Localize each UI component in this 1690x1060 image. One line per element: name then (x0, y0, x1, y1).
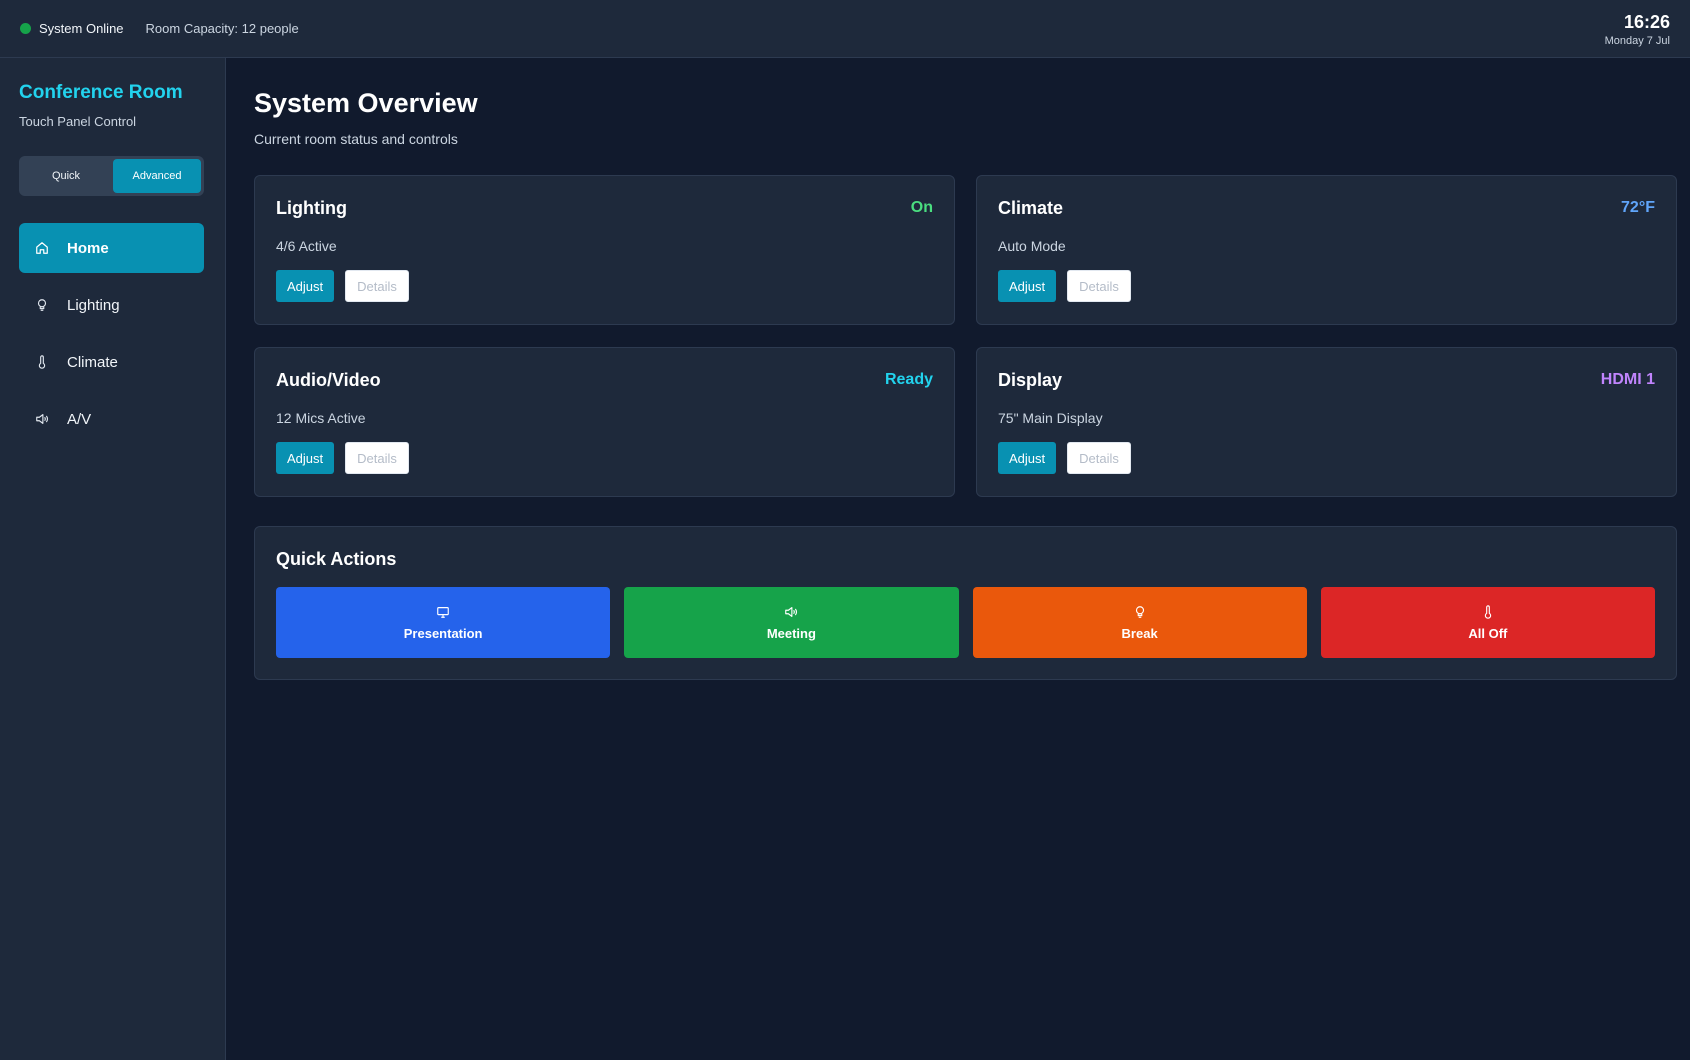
quick-actions-panel: Quick Actions Presentation Meeting Break (254, 526, 1677, 680)
thermometer-icon (1481, 604, 1495, 619)
clock-time: 16:26 (1623, 12, 1670, 32)
adjust-button[interactable]: Adjust (998, 270, 1057, 302)
clock: 16:26 Monday 7 Jul (1605, 12, 1670, 47)
sidebar-item-home[interactable]: Home (19, 223, 204, 273)
adjust-button[interactable]: Adjust (276, 270, 335, 302)
meeting-button[interactable]: Meeting (624, 587, 959, 658)
all-off-button[interactable]: All Off (1320, 587, 1655, 658)
quick-actions-title: Quick Actions (276, 549, 397, 569)
quick-action-label: Meeting (766, 625, 816, 641)
adjust-button[interactable]: Adjust (276, 442, 335, 474)
sidebar-item-label: Home (67, 239, 109, 257)
sidebar-item-label: Climate (67, 353, 118, 371)
display-card: Display HDMI 1 75" Main Display Adjust D… (976, 347, 1677, 497)
clock-date: Monday 7 Jul (1604, 35, 1670, 47)
mode-advanced-button[interactable]: Advanced (113, 159, 201, 193)
page-subtitle: Current room status and controls (254, 131, 458, 147)
card-detail: 75" Main Display (998, 410, 1103, 426)
card-title: Display (998, 370, 1063, 390)
mode-toggle: Quick Advanced (19, 156, 204, 196)
speaker-icon (33, 410, 51, 428)
adjust-button[interactable]: Adjust (998, 442, 1057, 474)
sidebar-item-label: A/V (67, 410, 92, 428)
quick-action-label: Break (1121, 625, 1158, 641)
lightbulb-icon (33, 296, 51, 314)
card-status: 72°F (1621, 199, 1655, 216)
card-title: Climate (998, 198, 1064, 218)
mode-quick-button[interactable]: Quick (22, 159, 110, 193)
room-subtitle: Touch Panel Control (19, 114, 137, 129)
sidebar-item-label: Lighting (67, 296, 120, 314)
lightbulb-icon (1133, 605, 1147, 619)
climate-card: Climate 72°F Auto Mode Adjust Details (976, 175, 1677, 325)
sidebar-item-av[interactable]: A/V (19, 394, 204, 444)
quick-action-label: All Off (1468, 625, 1508, 641)
card-detail: Auto Mode (998, 238, 1066, 254)
home-icon (33, 239, 51, 257)
card-title: Lighting (276, 198, 347, 218)
details-button[interactable]: Details (1067, 270, 1131, 302)
room-capacity-text: Room Capacity: 12 people (145, 21, 299, 36)
details-button[interactable]: Details (1067, 442, 1131, 474)
quick-action-label: Presentation (403, 625, 483, 641)
sidebar: Conference Room Touch Panel Control Quic… (0, 58, 226, 1060)
card-status: HDMI 1 (1600, 371, 1655, 388)
page-title: System Overview (254, 88, 478, 118)
thermometer-icon (33, 353, 51, 371)
card-status: On (910, 199, 933, 216)
card-status: Ready (884, 371, 933, 388)
sidebar-nav: Home Lighting Climate A/V (19, 223, 206, 444)
top-status-bar: System Online Room Capacity: 12 people 1… (0, 0, 1690, 58)
main-content: System Overview Current room status and … (254, 58, 1678, 680)
audio-video-card: Audio/Video Ready 12 Mics Active Adjust … (254, 347, 955, 497)
sidebar-item-climate[interactable]: Climate (19, 337, 204, 387)
speaker-icon (784, 605, 798, 619)
sidebar-item-lighting[interactable]: Lighting (19, 280, 204, 330)
break-button[interactable]: Break (972, 587, 1307, 658)
lighting-card: Lighting On 4/6 Active Adjust Details (254, 175, 955, 325)
status-card-grid: Lighting On 4/6 Active Adjust Details Cl… (254, 175, 1678, 497)
monitor-icon (436, 605, 450, 619)
room-title: Conference Room (19, 82, 183, 103)
card-detail: 4/6 Active (276, 238, 337, 254)
card-title: Audio/Video (276, 370, 381, 390)
card-detail: 12 Mics Active (276, 410, 366, 426)
status-indicator-dot (20, 23, 31, 34)
presentation-button[interactable]: Presentation (276, 587, 611, 658)
system-status-text: System Online (39, 21, 124, 36)
details-button[interactable]: Details (345, 442, 409, 474)
details-button[interactable]: Details (345, 270, 409, 302)
